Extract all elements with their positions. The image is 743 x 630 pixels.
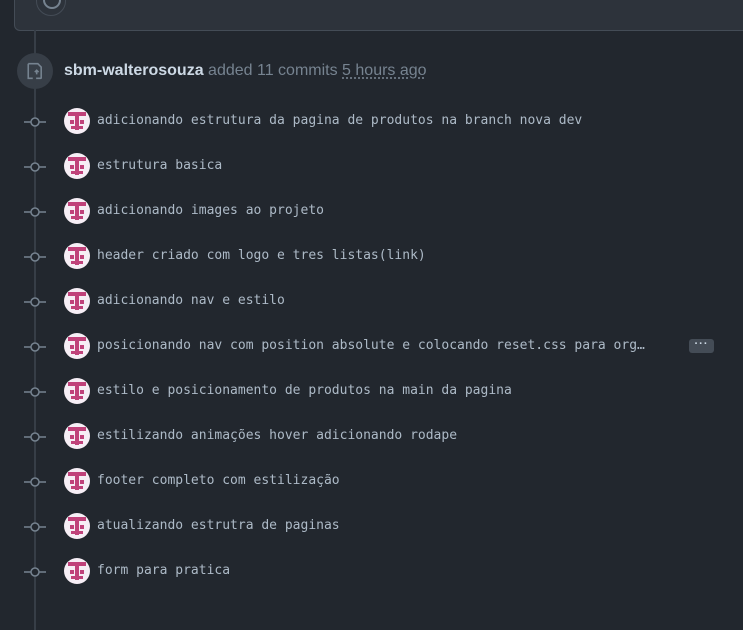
commit-row: estrutura basica: [0, 151, 743, 181]
commit-row: header criado com logo e tres listas(lin…: [0, 241, 743, 271]
commit-message-link[interactable]: posicionando nav com position absolute e…: [97, 337, 645, 355]
author-avatar[interactable]: [64, 423, 90, 449]
commit-icon: [24, 565, 46, 577]
author-avatar[interactable]: [64, 333, 90, 359]
commit-message-link[interactable]: atualizando estrutra de paginas: [97, 517, 340, 535]
commit-message-link[interactable]: form para pratica: [97, 562, 230, 580]
commit-row: footer completo com estilização: [0, 466, 743, 496]
previous-event-box: [14, 0, 743, 31]
commit-row: adicionando nav e estilo: [0, 286, 743, 316]
repo-push-icon: [17, 53, 53, 89]
commit-row: adicionando images ao projeto: [0, 196, 743, 226]
author-avatar[interactable]: [64, 153, 90, 179]
commit-message-link[interactable]: estilizando animações hover adicionando …: [97, 427, 457, 445]
commit-row: estilo e posicionamento de produtos na m…: [0, 376, 743, 406]
commit-message-link[interactable]: estrutura basica: [97, 157, 222, 175]
commit-row: estilizando animações hover adicionando …: [0, 421, 743, 451]
author-avatar[interactable]: [64, 558, 90, 584]
author-link[interactable]: sbm-walterosouza: [64, 62, 204, 79]
commit-row: adicionando estrutura da pagina de produ…: [0, 106, 743, 136]
author-avatar[interactable]: [64, 108, 90, 134]
commit-message-link[interactable]: header criado com logo e tres listas(lin…: [97, 247, 426, 265]
commit-row: form para pratica: [0, 556, 743, 586]
event-time[interactable]: 5 hours ago: [342, 62, 427, 79]
commit-message-link[interactable]: estilo e posicionamento de produtos na m…: [97, 382, 512, 400]
commit-icon: [24, 115, 46, 127]
author-avatar[interactable]: [64, 513, 90, 539]
commit-message-link[interactable]: adicionando images ao projeto: [97, 202, 324, 220]
commit-icon: [24, 205, 46, 217]
commit-message-link[interactable]: adicionando nav e estilo: [97, 292, 285, 310]
commit-icon: [24, 475, 46, 487]
commit-message-link[interactable]: footer completo com estilização: [97, 472, 340, 490]
author-avatar[interactable]: [64, 378, 90, 404]
author-avatar[interactable]: [64, 243, 90, 269]
commit-row: posicionando nav com position absolute e…: [0, 331, 743, 361]
commit-message-link[interactable]: adicionando estrutura da pagina de produ…: [97, 112, 582, 130]
commit-icon: [24, 295, 46, 307]
commit-icon: [24, 385, 46, 397]
author-avatar[interactable]: [64, 468, 90, 494]
event-action: added 11 commits: [208, 62, 338, 79]
commit-icon: [24, 340, 46, 352]
commit-row: atualizando estrutra de paginas: [0, 511, 743, 541]
event-header: sbm-walterosouza added 11 commits 5 hour…: [64, 60, 427, 82]
author-avatar[interactable]: [64, 198, 90, 224]
commit-icon: [24, 160, 46, 172]
commit-icon: [24, 250, 46, 262]
expand-message-button[interactable]: ···: [689, 339, 714, 353]
commit-icon: [24, 430, 46, 442]
commit-icon: [24, 520, 46, 532]
author-avatar[interactable]: [64, 288, 90, 314]
